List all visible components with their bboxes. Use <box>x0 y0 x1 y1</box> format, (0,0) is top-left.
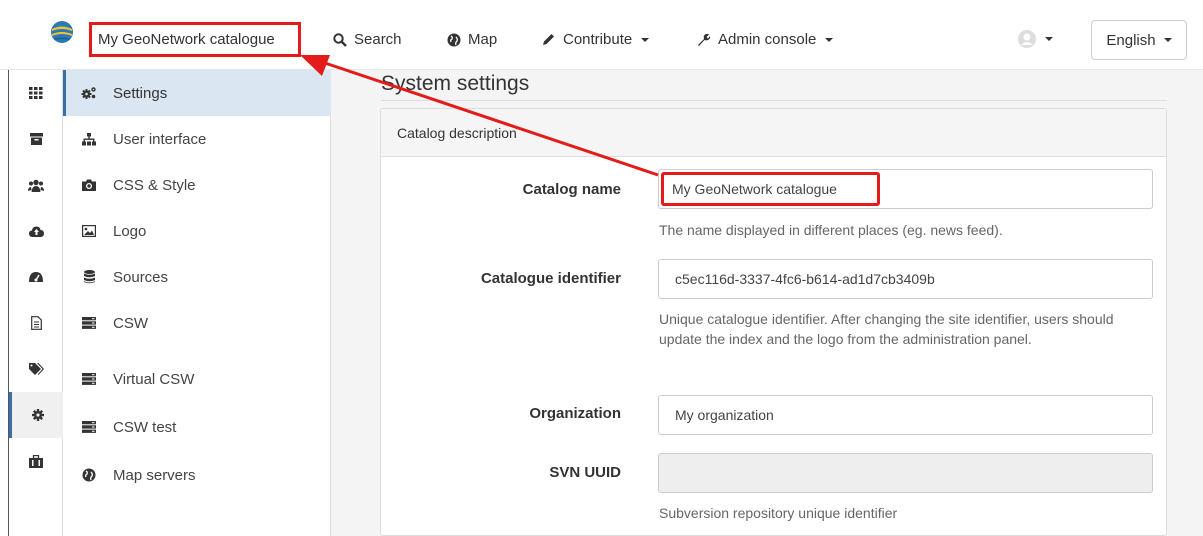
annotation-arrow <box>300 55 659 177</box>
